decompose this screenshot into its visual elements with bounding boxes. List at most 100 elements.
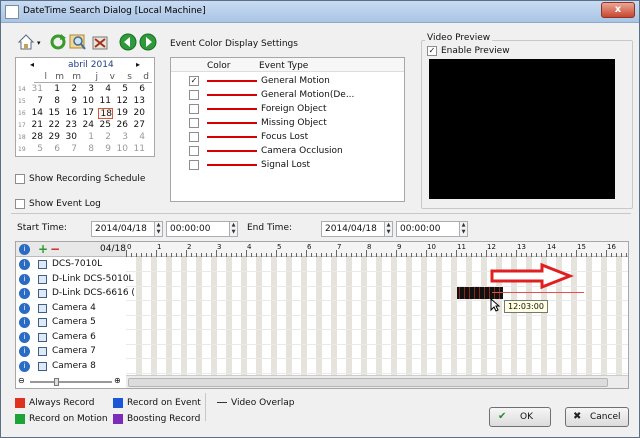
camera-expand-icon[interactable]: i [19,288,30,299]
event-color-line[interactable] [207,108,257,110]
zoom-thumb[interactable] [54,378,59,386]
calendar-grid[interactable]: 14 31 1 2 3 4 5 6 15 7 8 9 10 11 12 13 16 14 15 16 17 18 19 20 1… [16,84,156,156]
chevron-down-icon[interactable]: ▾ [37,39,41,47]
event-checkbox[interactable] [189,146,199,156]
camera-row[interactable]: i Camera 8 [16,359,126,374]
event-checkbox[interactable] [189,132,199,142]
calendar-day[interactable]: 9 [98,144,111,155]
event-checkbox[interactable]: ✓ [189,76,199,86]
event-color-line[interactable] [207,94,257,96]
event-color-line[interactable] [207,164,257,166]
calendar-day[interactable]: 10 [81,96,94,107]
start-time-spinner[interactable]: ▲ ▼ [229,221,238,237]
event-row[interactable]: Signal Lost [171,158,404,172]
start-time-input[interactable]: 00:00:00 [166,221,230,237]
event-color-list[interactable]: Color Event Type ✓ General Motion General … [170,57,405,202]
event-row[interactable]: Missing Object [171,116,404,130]
camera-row[interactable]: i D-Link DCS-5010L [16,272,134,287]
event-checkbox[interactable] [189,90,199,100]
event-checkbox[interactable] [189,104,199,114]
timeline-grid[interactable]: 12:03:00 [126,257,628,375]
event-color-line[interactable] [207,150,257,152]
calendar-day[interactable]: 2 [64,84,77,95]
zoom-track[interactable] [30,381,112,383]
calendar-day[interactable]: 3 [81,84,94,95]
camera-row[interactable]: i Camera 7 [16,344,126,359]
calendar-day[interactable]: 21 [30,120,43,131]
title-bar[interactable]: DateTime Search Dialog [Local Machine] x [1,1,639,23]
calendar-day[interactable]: 31 [30,84,43,95]
calendar-month[interactable]: abril 2014 [68,60,114,70]
close-button[interactable]: x [601,2,635,18]
event-color-line[interactable] [207,136,257,138]
end-date-spinner[interactable]: ▲ ▼ [384,221,393,237]
end-date-input[interactable]: 2014/04/18 [321,221,385,237]
calendar-day[interactable]: 13 [132,96,145,107]
calendar-day[interactable]: 10 [115,144,128,155]
ok-button[interactable]: ✔ OK [489,407,551,427]
calendar-day[interactable]: 4 [98,84,111,95]
calendar-day[interactable]: 9 [64,96,77,107]
event-color-line[interactable] [207,122,257,124]
add-camera-icon[interactable]: + [38,242,48,256]
calendar-day[interactable]: 22 [47,120,60,131]
start-date-spinner[interactable]: ▲ ▼ [154,221,163,237]
calendar[interactable]: ◂ abril 2014 ▸ lmmjvsd 14 31 1 2 3 4 5 6 15 7 8 9 10… [15,57,155,157]
calendar-day[interactable]: 1 [81,132,94,143]
start-date-input[interactable]: 2014/04/18 [91,221,155,237]
calendar-day[interactable]: 7 [30,96,43,107]
calendar-day[interactable]: 14 [30,108,43,119]
camera-expand-icon[interactable]: i [19,273,30,285]
calendar-day[interactable]: 29 [47,132,60,143]
home-icon[interactable] [17,33,35,51]
zoom-out-icon[interactable]: ⊖ [18,376,25,385]
recording-schedule-checkbox[interactable] [15,174,25,184]
end-time-spinner[interactable]: ▲ ▼ [459,221,468,237]
camera-expand-icon[interactable]: i [19,360,30,372]
event-row[interactable]: General Motion(De... [171,88,404,102]
calendar-day[interactable]: 6 [47,144,60,155]
camera-row[interactable]: i Camera 5 [16,315,126,330]
scrollbar-thumb[interactable] [128,378,608,387]
zoom-slider[interactable]: ⊖ ⊕ [16,375,126,388]
calendar-day[interactable]: 16 [64,108,77,119]
camera-row[interactable]: i Camera 6 [16,330,126,345]
event-row[interactable]: Foreign Object [171,102,404,116]
calendar-day[interactable]: 20 [132,108,145,119]
calendar-day[interactable]: 26 [115,120,128,131]
calendar-day[interactable]: 2 [98,132,111,143]
calendar-day[interactable]: 1 [47,84,60,95]
calendar-day[interactable]: 19 [115,108,128,119]
calendar-day[interactable]: 6 [132,84,145,95]
refresh-icon[interactable] [49,33,67,51]
search-icon[interactable] [69,33,87,51]
calendar-day[interactable]: 23 [64,120,77,131]
calendar-day[interactable]: 18 [98,108,113,119]
calendar-day[interactable]: 30 [64,132,77,143]
camera-row[interactable]: i D-Link DCS-6616 ( [16,286,135,301]
calendar-day[interactable]: 25 [98,120,111,131]
zoom-in-icon[interactable]: ⊕ [114,376,121,385]
timeline-panel[interactable]: i + − 04/18 0 1 2 3 4 5 6 7 8 9 10 11 12 13 14 15 16 i DC… [15,241,629,389]
camera-row[interactable]: i DCS-7010L [16,257,126,272]
calendar-day[interactable]: 11 [98,96,111,107]
calendar-day[interactable]: 11 [132,144,145,155]
calendar-day[interactable]: 28 [30,132,43,143]
calendar-next-icon[interactable]: ▸ [136,60,140,69]
cancel-button[interactable]: ✖ Cancel [565,407,629,427]
calendar-day[interactable]: 8 [81,144,94,155]
camera-expand-icon[interactable]: i [19,331,30,343]
calendar-day[interactable]: 4 [132,132,145,143]
event-checkbox[interactable] [189,118,199,128]
event-checkbox[interactable] [189,160,199,170]
event-color-line[interactable] [207,80,257,82]
event-log-checkbox[interactable] [15,199,25,209]
calendar-prev-icon[interactable]: ◂ [30,60,34,69]
calendar-day[interactable]: 24 [81,120,94,131]
expand-icon[interactable]: i [19,244,30,255]
enable-preview-checkbox[interactable]: ✓ [427,46,437,56]
camera-expand-icon[interactable]: i [19,346,30,357]
event-row[interactable]: Focus Lost [171,130,404,144]
event-row[interactable]: ✓ General Motion [171,74,404,88]
horizontal-scrollbar[interactable] [126,375,628,388]
